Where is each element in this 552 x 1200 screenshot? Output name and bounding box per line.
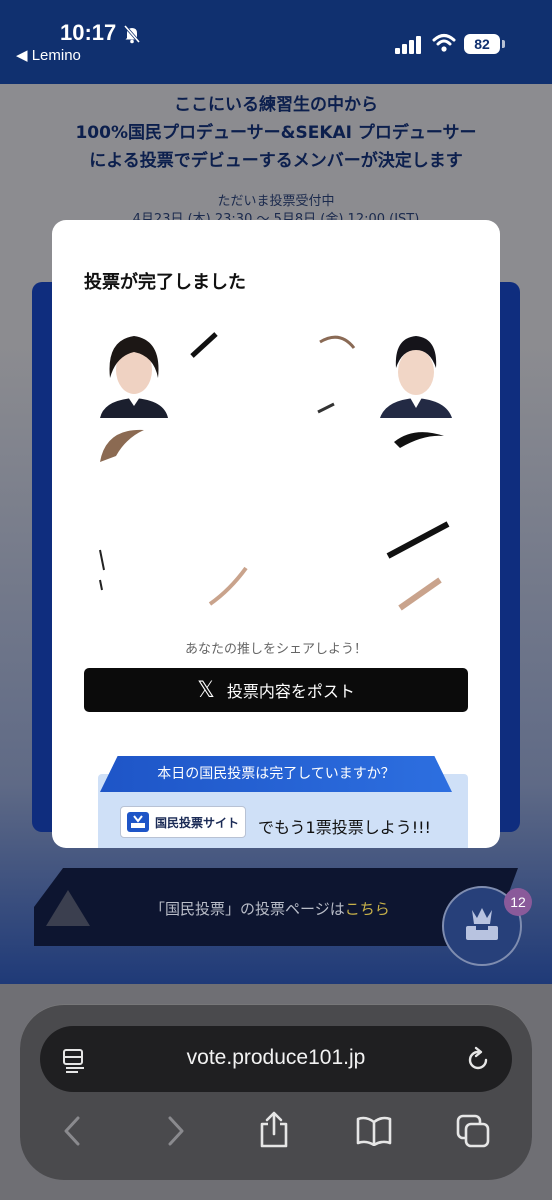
modal-title: 投票が完了しました	[84, 272, 246, 293]
notification-badge: 12	[504, 888, 532, 916]
share-icon[interactable]	[258, 1110, 290, 1150]
post-to-x-button[interactable]: 𝕏 投票内容をポスト	[84, 668, 468, 712]
trainee-photo-redacted	[378, 520, 454, 612]
status-time: 10:17	[60, 20, 117, 45]
trainee-photo-redacted	[190, 326, 266, 418]
trainee-photo-redacted	[284, 520, 360, 612]
cta-ribbon: 本日の国民投票は完了していますか？	[100, 756, 452, 792]
url-text[interactable]: vote.produce101.jp	[40, 1046, 512, 1070]
hero-line-3: による投票でデビューするメンバーが決定します	[89, 151, 463, 171]
trainee-photo-redacted	[190, 426, 266, 518]
national-vote-site-button[interactable]: 国民投票サイト	[120, 806, 246, 838]
bell-muted-icon	[123, 25, 141, 44]
trainee-photo-redacted	[284, 426, 360, 518]
banner-text[interactable]: 「国民投票」の投票ページはこちら	[150, 898, 390, 919]
hero-line-2: 100%国民プロデューサー&SEKAI プロデューサー	[75, 123, 477, 143]
back-to-app-link[interactable]: ◀ Lemino	[16, 46, 81, 64]
x-logo-icon: 𝕏	[197, 677, 215, 703]
bookmarks-icon[interactable]	[356, 1116, 392, 1146]
trainee-photo-redacted	[190, 520, 266, 612]
hero-line-1: ここにいる練習生の中から	[174, 95, 378, 115]
banner-link[interactable]: こちら	[345, 900, 390, 918]
site-chip-label: 国民投票サイト	[155, 815, 240, 830]
status-bar: 10:17 ◀ Lemino 82	[0, 0, 552, 84]
trainee-photo-redacted	[96, 426, 172, 518]
trainee-photo-redacted	[284, 326, 360, 418]
tabs-icon[interactable]	[456, 1114, 492, 1148]
voting-status: ただいま投票受付中	[217, 194, 335, 209]
banner-triangle-decoration	[46, 890, 90, 926]
trainee-photo-redacted	[378, 426, 454, 518]
reload-icon[interactable]	[464, 1046, 492, 1074]
post-button-label: 投票内容をポスト	[226, 682, 355, 701]
cellular-signal-icon	[395, 36, 421, 54]
vote-complete-modal: 投票が完了しました あなたの推しをシェアしよう！ 𝕏 投票内容をポスト 本日の国…	[52, 220, 500, 848]
trainee-photo-redacted	[96, 520, 172, 612]
crown-ballot-icon	[466, 908, 498, 940]
banner-text-prefix: 「国民投票」の投票ページは	[150, 900, 345, 918]
trainee-photo	[96, 326, 172, 418]
ballot-box-icon	[127, 812, 149, 832]
share-prompt: あなたの推しをシェアしよう！	[184, 642, 367, 657]
trainee-photo	[378, 326, 454, 418]
forward-arrow-icon[interactable]	[164, 1114, 188, 1148]
wifi-icon	[432, 34, 456, 52]
vote-again-text: でもう1票投票しよう!!!	[258, 818, 431, 837]
battery-indicator: 82	[464, 34, 500, 54]
battery-tip	[502, 40, 505, 48]
back-arrow-icon[interactable]	[60, 1114, 84, 1148]
